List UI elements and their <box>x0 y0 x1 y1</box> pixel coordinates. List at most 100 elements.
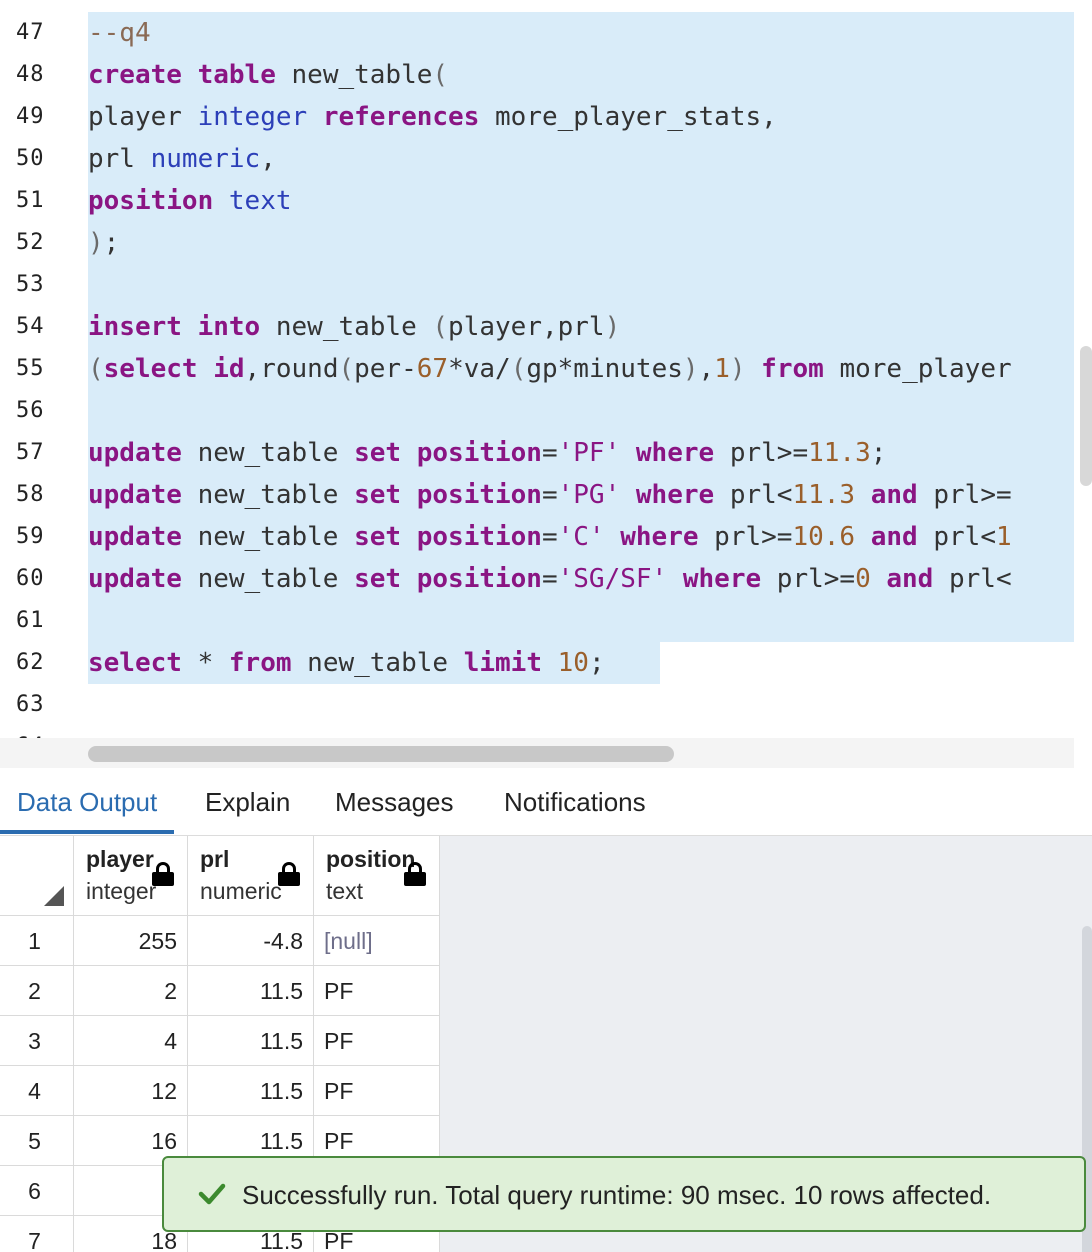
line-number: 61 <box>16 608 45 633</box>
column-type: integer <box>86 878 157 904</box>
lock-icon <box>152 862 174 886</box>
code-token: 'SG/SF' <box>557 564 668 594</box>
code-token: = <box>541 480 558 510</box>
code-token: 'C' <box>557 522 605 552</box>
query-editor[interactable]: 474849505152535455565758596061626364 --q… <box>0 0 1092 772</box>
code-token: set <box>354 438 402 468</box>
column-name: player <box>86 846 154 872</box>
row-number[interactable]: 2 <box>0 966 74 1016</box>
column-header-player[interactable]: player integer <box>74 836 188 916</box>
row-number[interactable]: 7 <box>0 1216 74 1252</box>
cell-position[interactable]: [null] <box>314 916 440 966</box>
cell-position[interactable]: PF <box>314 1066 440 1116</box>
code-token: new_table <box>260 312 433 342</box>
code-area[interactable]: --q4 create table new_table(player intege… <box>88 12 1074 768</box>
success-notification[interactable]: Successfully run. Total query runtime: 9… <box>162 1156 1086 1232</box>
column-header-position[interactable]: position text <box>314 836 440 916</box>
code-line[interactable] <box>88 684 1074 726</box>
cell-player[interactable]: 4 <box>74 1016 188 1066</box>
code-token: new_table <box>181 438 355 468</box>
line-number: 58 <box>16 482 45 507</box>
code-line[interactable]: update new_table set position='SG/SF' wh… <box>88 558 1074 600</box>
cell-prl[interactable]: 11.5 <box>188 1066 314 1116</box>
vertical-scrollbar[interactable] <box>1080 346 1092 486</box>
code-token: id <box>213 354 245 384</box>
code-line[interactable]: (select id,round(per-67*va/(gp*minutes),… <box>88 348 1074 390</box>
code-token: prl< <box>714 480 793 510</box>
code-token: prl< <box>933 564 1012 594</box>
line-number: 56 <box>16 398 45 423</box>
cell-player[interactable]: 2 <box>74 966 188 1016</box>
code-token: ) <box>88 228 104 258</box>
code-line[interactable]: update new_table set position='C' where … <box>88 516 1074 558</box>
row-number[interactable]: 4 <box>0 1066 74 1116</box>
code-token: , <box>260 144 276 174</box>
code-line[interactable]: update new_table set position='PF' where… <box>88 432 1074 474</box>
code-token: numeric <box>150 144 261 174</box>
code-token: 10 <box>557 648 589 678</box>
code-line[interactable]: position text <box>88 180 1074 222</box>
cell-player[interactable]: 255 <box>74 916 188 966</box>
table-row[interactable]: 3 4 11.5 PF <box>0 1016 440 1066</box>
code-line[interactable]: --q4 <box>88 12 1074 54</box>
row-number[interactable]: 6 <box>0 1166 74 1216</box>
tab-notifications[interactable]: Notifications <box>487 772 663 834</box>
row-number[interactable]: 5 <box>0 1116 74 1166</box>
column-type: text <box>326 878 364 904</box>
code-line[interactable] <box>88 600 1074 642</box>
cell-position[interactable]: PF <box>314 966 440 1016</box>
code-line[interactable]: select * from new_table limit 10; <box>88 642 1074 684</box>
code-token: text <box>228 186 292 216</box>
cell-prl[interactable]: -4.8 <box>188 916 314 966</box>
table-row[interactable]: 1 255 -4.8 [null] <box>0 916 440 966</box>
cell-position[interactable]: PF <box>314 1016 440 1066</box>
code-token: from <box>228 648 292 678</box>
cell-player[interactable]: 12 <box>74 1066 188 1116</box>
row-number[interactable]: 3 <box>0 1016 74 1066</box>
code-token: create <box>88 60 182 90</box>
code-token: position <box>416 480 542 510</box>
column-name: prl <box>200 846 230 872</box>
line-number: 50 <box>16 146 45 171</box>
code-line[interactable]: update new_table set position='PG' where… <box>88 474 1074 516</box>
horizontal-scrollbar[interactable] <box>88 746 674 762</box>
code-token: * <box>181 648 229 678</box>
code-token: ; <box>103 228 120 258</box>
code-token: 0 <box>855 564 871 594</box>
table-row[interactable]: 4 12 11.5 PF <box>0 1066 440 1116</box>
code-token: 67 <box>416 354 449 384</box>
code-line[interactable]: create table new_table( <box>88 54 1074 96</box>
code-line[interactable]: prl numeric, <box>88 138 1074 180</box>
tab-data-output[interactable]: Data Output <box>0 772 175 834</box>
line-number: 55 <box>16 356 45 381</box>
select-all-corner[interactable] <box>0 836 74 916</box>
cell-prl[interactable]: 11.5 <box>188 1016 314 1066</box>
line-number: 60 <box>16 566 45 591</box>
code-token: prl>= <box>698 522 793 552</box>
code-line[interactable]: ); <box>88 222 1074 264</box>
code-token: per- <box>354 354 417 384</box>
tab-messages[interactable]: Messages <box>318 772 471 834</box>
tab-explain[interactable]: Explain <box>188 772 307 834</box>
code-token: select <box>103 354 198 384</box>
cell-prl[interactable]: 11.5 <box>188 966 314 1016</box>
code-token: ( <box>432 312 449 342</box>
lock-icon <box>404 862 426 886</box>
code-token: 10.6 <box>792 522 856 552</box>
code-line[interactable]: insert into new_table (player,prl) <box>88 306 1074 348</box>
code-line[interactable]: player integer references more_player_st… <box>88 96 1074 138</box>
code-token: integer <box>197 102 308 132</box>
code-token: ( <box>510 354 527 384</box>
code-line[interactable] <box>88 264 1074 306</box>
table-row[interactable]: 2 2 11.5 PF <box>0 966 440 1016</box>
column-header-prl[interactable]: prl numeric <box>188 836 314 916</box>
code-token: insert <box>88 312 182 342</box>
row-number[interactable]: 1 <box>0 916 74 966</box>
code-token: update <box>88 438 182 468</box>
code-line[interactable] <box>88 390 1074 432</box>
line-number: 48 <box>16 62 45 87</box>
